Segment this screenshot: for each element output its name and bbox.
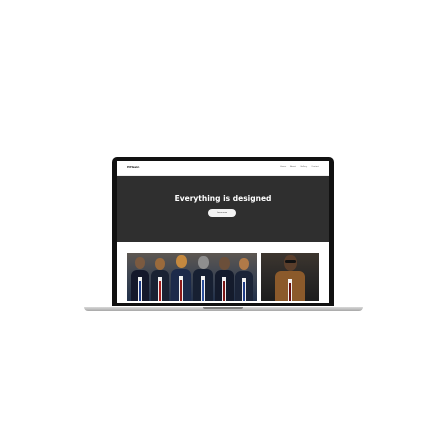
figure-5 bbox=[215, 257, 234, 301]
hero-title: Everything is designed bbox=[174, 194, 272, 203]
nav-link-about[interactable]: About bbox=[290, 166, 296, 168]
hero-cta-button[interactable]: Learn more bbox=[208, 209, 236, 217]
image-gallery bbox=[127, 253, 319, 301]
nav-link-gallery[interactable]: Gallery bbox=[300, 166, 307, 168]
figure-6 bbox=[235, 258, 253, 301]
figure-4 bbox=[193, 256, 213, 301]
site-navbar: HPGain Home About Gallery Contact bbox=[117, 161, 329, 176]
site-logo[interactable]: HPGain bbox=[127, 165, 139, 169]
gallery-image-single-portrait[interactable] bbox=[261, 253, 319, 301]
laptop-notch bbox=[203, 307, 243, 309]
laptop-screen: HPGain Home About Gallery Contact Everyt… bbox=[117, 161, 329, 303]
laptop-mockup: HPGain Home About Gallery Contact Everyt… bbox=[0, 0, 447, 447]
gallery-image-group-portrait[interactable] bbox=[127, 253, 257, 301]
figure-3 bbox=[171, 255, 191, 301]
figure-2 bbox=[151, 257, 169, 301]
figure-7 bbox=[275, 255, 305, 301]
figure-1 bbox=[131, 257, 149, 301]
nav-link-contact[interactable]: Contact bbox=[311, 166, 319, 168]
hero-section: Everything is designed Learn more bbox=[117, 176, 329, 242]
nav-links: Home About Gallery Contact bbox=[280, 166, 319, 168]
nav-link-home[interactable]: Home bbox=[280, 166, 286, 168]
